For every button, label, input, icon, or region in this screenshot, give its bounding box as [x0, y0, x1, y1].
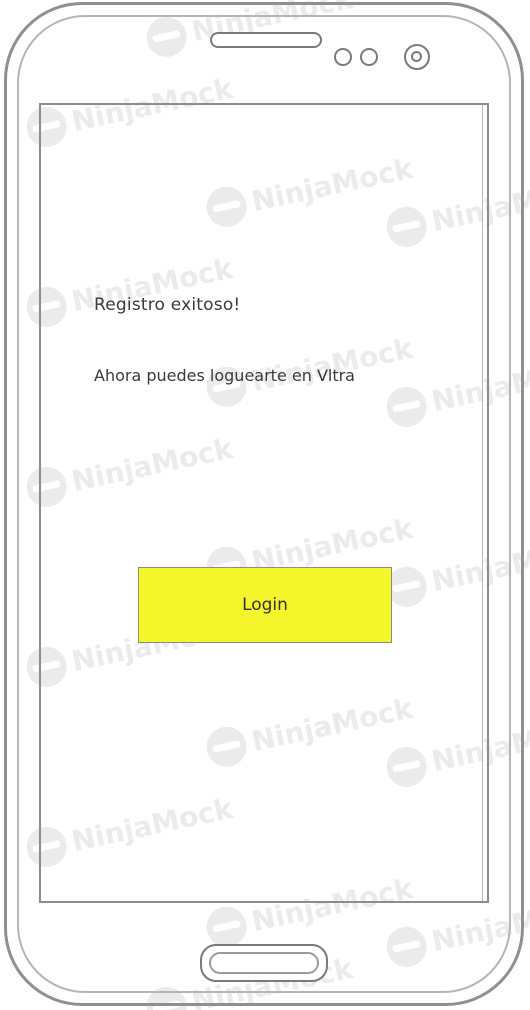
- light-sensor-icon: [360, 48, 378, 66]
- mockup-stage: NinjaMock NinjaMock NinjaMock NinjaMock Ninj…: [0, 0, 530, 1010]
- front-camera-icon: [404, 44, 430, 70]
- success-message: Ahora puedes loguearte en Vltra: [94, 366, 355, 385]
- speaker-grille-icon: [210, 32, 322, 48]
- success-title: Registro exitoso!: [94, 295, 241, 315]
- proximity-sensor-icon: [334, 48, 352, 66]
- app-screen: Registro exitoso! Ahora puedes loguearte…: [39, 103, 489, 903]
- home-button-icon[interactable]: [200, 944, 328, 982]
- login-button[interactable]: Login: [138, 567, 392, 643]
